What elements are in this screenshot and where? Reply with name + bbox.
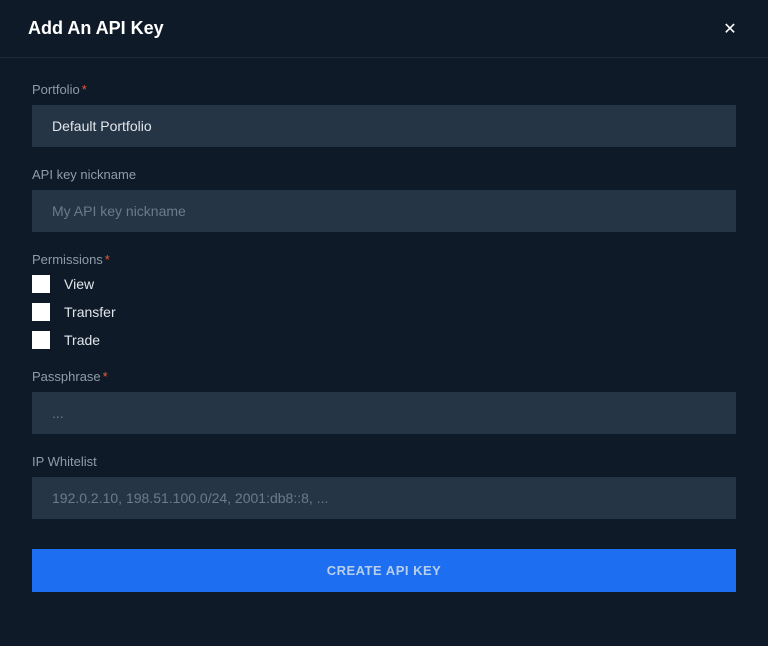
ipwhitelist-group: IP Whitelist [32, 454, 736, 519]
portfolio-group: Portfolio* [32, 82, 736, 147]
permissions-group: Permissions* View Transfer Trade [32, 252, 736, 349]
checkbox-row-transfer: Transfer [32, 303, 736, 321]
nickname-label: API key nickname [32, 167, 736, 182]
portfolio-input[interactable] [32, 105, 736, 147]
transfer-checkbox-label: Transfer [64, 304, 116, 320]
portfolio-label: Portfolio* [32, 82, 736, 97]
checkbox-row-view: View [32, 275, 736, 293]
passphrase-group: Passphrase* [32, 369, 736, 434]
close-button[interactable]: ✕ [720, 19, 740, 39]
nickname-group: API key nickname [32, 167, 736, 232]
modal-body: Portfolio* API key nickname Permissions*… [0, 58, 768, 646]
view-checkbox-label: View [64, 276, 94, 292]
create-api-key-button[interactable]: CREATE API KEY [32, 549, 736, 592]
modal-title: Add An API Key [28, 18, 164, 39]
modal-header: Add An API Key ✕ [0, 0, 768, 58]
permissions-label-text: Permissions [32, 252, 103, 267]
ipwhitelist-label: IP Whitelist [32, 454, 736, 469]
nickname-input[interactable] [32, 190, 736, 232]
view-checkbox[interactable] [32, 275, 50, 293]
ipwhitelist-input[interactable] [32, 477, 736, 519]
close-icon: ✕ [723, 19, 736, 39]
add-api-key-modal: Add An API Key ✕ Portfolio* API key nick… [0, 0, 768, 646]
passphrase-input[interactable] [32, 392, 736, 434]
portfolio-label-text: Portfolio [32, 82, 80, 97]
checkbox-row-trade: Trade [32, 331, 736, 349]
permissions-checkboxes: View Transfer Trade [32, 275, 736, 349]
required-asterisk: * [103, 369, 108, 384]
trade-checkbox[interactable] [32, 331, 50, 349]
passphrase-label: Passphrase* [32, 369, 736, 384]
required-asterisk: * [82, 82, 87, 97]
required-asterisk: * [105, 252, 110, 267]
trade-checkbox-label: Trade [64, 332, 100, 348]
passphrase-label-text: Passphrase [32, 369, 101, 384]
permissions-label: Permissions* [32, 252, 736, 267]
transfer-checkbox[interactable] [32, 303, 50, 321]
